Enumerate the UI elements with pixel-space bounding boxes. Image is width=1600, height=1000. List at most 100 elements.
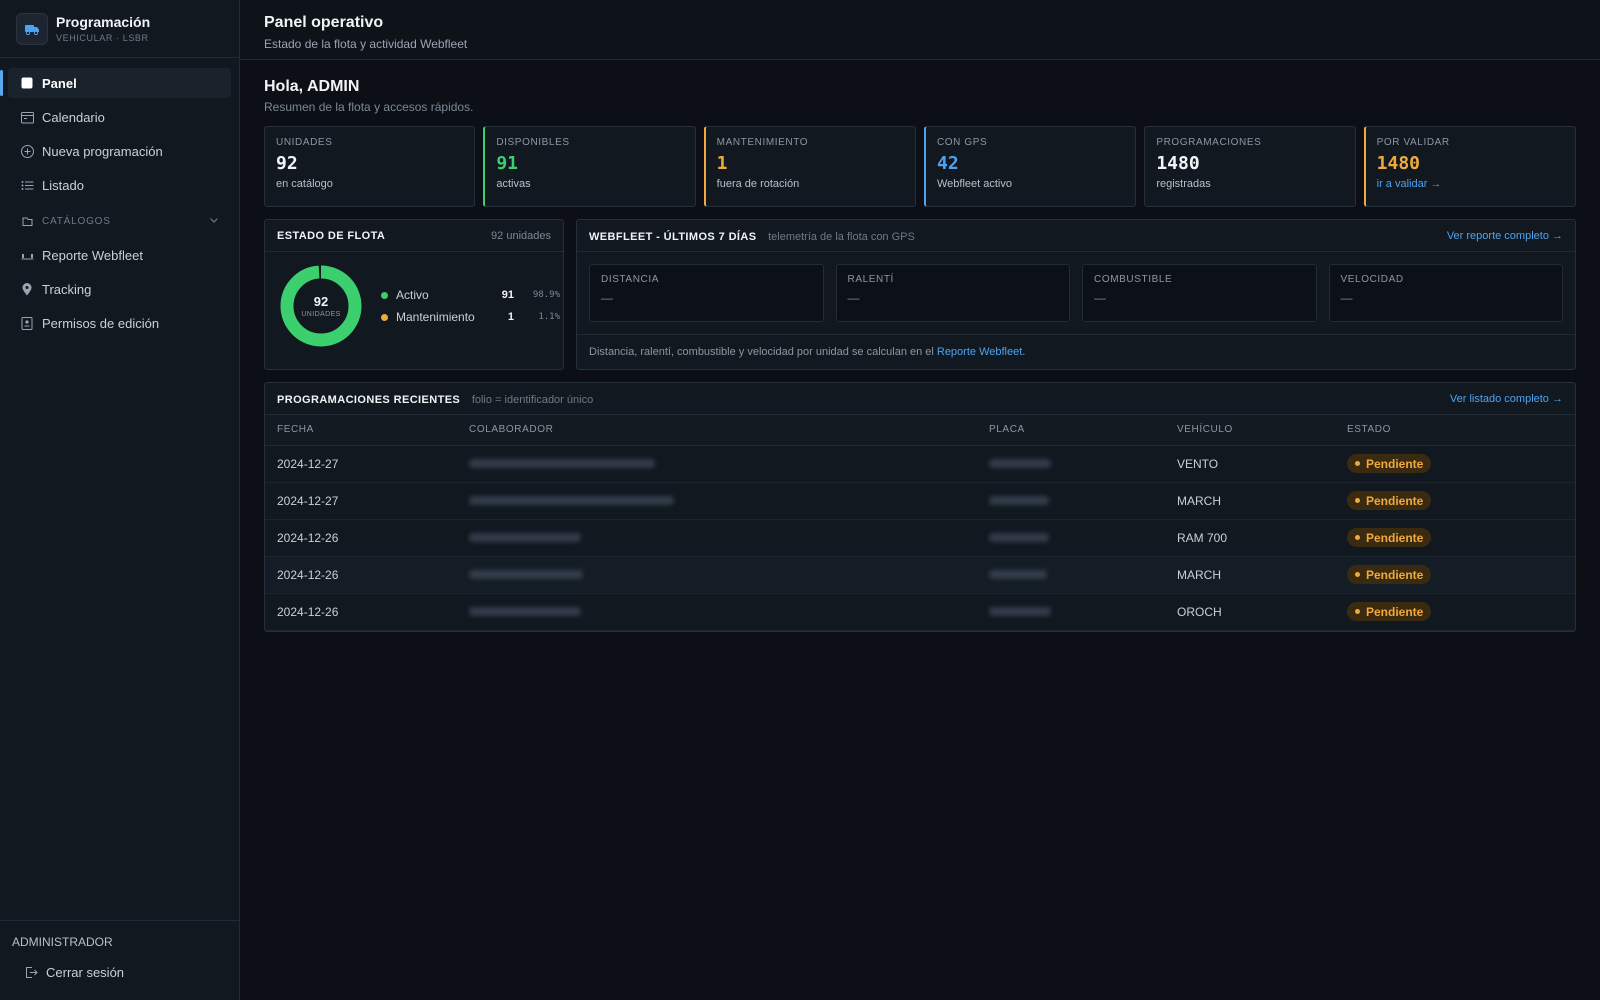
- kpi-row: UNIDADES 92 en catálogo DISPONIBLES 91 a…: [264, 126, 1576, 207]
- kpi-unidades: UNIDADES 92 en catálogo: [264, 126, 476, 207]
- column-header[interactable]: PLACA: [977, 415, 1165, 446]
- column-header[interactable]: VEHÍCULO: [1165, 415, 1335, 446]
- recent-schedules-card: PROGRAMACIONES RECIENTES folio = identif…: [264, 382, 1576, 632]
- dashboard-content: Hola, ADMIN Resumen de la flota y acceso…: [240, 60, 1600, 650]
- app: Programación VEHICULAR · LSBR Panel Cale…: [0, 0, 1600, 1000]
- cell-placa: [977, 519, 1165, 557]
- redacted-text: [469, 569, 583, 579]
- metric-combustible: COMBUSTIBLE —: [1082, 264, 1317, 322]
- sidebar-item-nueva-programacion[interactable]: Nueva programación: [8, 136, 231, 166]
- logout-button[interactable]: Cerrar sesión: [12, 961, 227, 983]
- column-header[interactable]: ESTADO: [1335, 415, 1575, 446]
- sidebar-item-tracking[interactable]: Tracking: [8, 274, 231, 304]
- redacted-text: [989, 606, 1051, 616]
- redacted-text: [989, 532, 1049, 542]
- sidebar-item-panel[interactable]: Panel: [0, 68, 231, 98]
- kpi-value: 1480: [1156, 153, 1200, 174]
- table-row[interactable]: 2024-12-27 MARCH Pendiente: [265, 482, 1575, 520]
- webfleet-card: WEBFLEET - ÚLTIMOS 7 DÍAS telemetría de …: [576, 219, 1576, 370]
- table-row[interactable]: 2024-12-27 VENTO Pendiente: [265, 445, 1575, 483]
- cell-vehiculo: VENTO: [1165, 445, 1335, 483]
- redacted-text: [989, 458, 1051, 468]
- redacted-text: [989, 569, 1047, 579]
- kpi-sub: registradas: [1156, 178, 1211, 190]
- column-header[interactable]: FECHA: [265, 415, 457, 446]
- panel-title: WEBFLEET - ÚLTIMOS 7 DÍAS: [589, 231, 757, 243]
- kpi-value: 1480: [1376, 153, 1420, 174]
- status-badge: Pendiente: [1347, 602, 1432, 621]
- kpi-programaciones: PROGRAMACIONES 1480 registradas: [1144, 126, 1356, 207]
- sidebar-item-calendario[interactable]: Calendario: [8, 102, 231, 132]
- sidebar-item-permisos[interactable]: Permisos de edición: [8, 308, 231, 338]
- sidebar-nav: Panel Calendario Nueva programación List…: [0, 58, 239, 352]
- sidebar-item-label: Listado: [42, 177, 84, 193]
- webfleet-report-link[interactable]: Ver reporte completo →: [1447, 230, 1563, 242]
- cell-colaborador: [457, 556, 977, 594]
- greeting-subtitle: Resumen de la flota y accesos rápidos.: [264, 100, 474, 114]
- metric-label: DISTANCIA: [601, 274, 659, 285]
- panel-note: telemetría de la flota con GPS: [768, 231, 915, 243]
- table-row[interactable]: 2024-12-26 OROCH Pendiente: [265, 593, 1575, 631]
- redacted-text: [469, 458, 655, 468]
- calendar-icon: [20, 110, 34, 124]
- redacted-text: [469, 532, 581, 542]
- sidebar-item-label: Permisos de edición: [42, 315, 160, 331]
- cell-placa: [977, 482, 1165, 520]
- user-role: ADMINISTRADOR: [12, 935, 113, 949]
- kpi-label: CON GPS: [936, 137, 988, 148]
- fleet-legend: Activo 91 98.9% Mantenimiento 1 1.1%: [381, 284, 560, 328]
- kpi-sub: en catálogo: [276, 178, 333, 190]
- legend-item-mantenimiento: Mantenimiento 1 1.1%: [381, 306, 560, 328]
- sidebar-item-label: Panel: [42, 75, 77, 91]
- cell-fecha: 2024-12-27: [265, 445, 457, 483]
- panel-title: PROGRAMACIONES RECIENTES: [277, 394, 461, 406]
- donut-label: UNIDADES: [301, 311, 341, 318]
- redacted-text: [469, 495, 674, 505]
- kpi-label: POR VALIDAR: [1376, 137, 1450, 148]
- map-pin-icon: [20, 282, 34, 296]
- sidebar-item-listado[interactable]: Listado: [8, 170, 231, 200]
- status-dot: [1355, 572, 1360, 577]
- table-row[interactable]: 2024-12-26 MARCH Pendiente: [265, 556, 1575, 594]
- webfleet-footer: Distancia, ralentí, combustible y veloci…: [577, 334, 1575, 369]
- brand[interactable]: Programación VEHICULAR · LSBR: [0, 0, 239, 58]
- status-badge: Pendiente: [1347, 491, 1432, 510]
- validate-link[interactable]: ir a validar →: [1377, 178, 1564, 190]
- cell-colaborador: [457, 445, 977, 483]
- sidebar-item-reporte-webfleet[interactable]: Reporte Webfleet: [8, 240, 231, 270]
- metric-ralenti: RALENTÍ —: [835, 264, 1070, 322]
- panel-header: PROGRAMACIONES RECIENTES folio = identif…: [265, 383, 1575, 415]
- sidebar-item-label: Tracking: [42, 281, 92, 297]
- table-row[interactable]: 2024-12-26 RAM 700 Pendiente: [265, 519, 1575, 557]
- kpi-mantenimiento: MANTENIMIENTO 1 fuera de rotación: [703, 126, 916, 207]
- cell-fecha: 2024-12-26: [265, 556, 457, 594]
- kpi-label: MANTENIMIENTO: [716, 137, 809, 148]
- metric-value: —: [601, 291, 613, 305]
- sidebar-item-label: Calendario: [42, 109, 105, 125]
- status-dot: [381, 291, 388, 299]
- list-icon: [20, 178, 34, 192]
- status-label: Pendiente: [1366, 530, 1424, 545]
- cell-vehiculo: RAM 700: [1165, 519, 1335, 557]
- status-dot: [1355, 498, 1360, 503]
- column-header[interactable]: COLABORADOR: [457, 415, 977, 446]
- metric-velocidad: VELOCIDAD —: [1328, 264, 1563, 322]
- sidebar-section-catalogos[interactable]: CATÁLOGOS: [8, 206, 231, 236]
- cell-estado: Pendiente: [1335, 482, 1575, 520]
- webfleet-report-inline-link[interactable]: Reporte Webfleet: [937, 346, 1022, 358]
- kpi-label: PROGRAMACIONES: [1156, 137, 1262, 148]
- full-list-link[interactable]: Ver listado completo →: [1450, 393, 1563, 405]
- table-header-row: FECHA COLABORADOR PLACA VEHÍCULO ESTADO: [265, 415, 1575, 446]
- cell-fecha: 2024-12-26: [265, 593, 457, 631]
- main: Panel operativo Estado de la flota y act…: [240, 0, 1600, 1000]
- metric-value: —: [1340, 291, 1353, 305]
- metric-distancia: DISTANCIA —: [589, 264, 824, 322]
- cell-colaborador: [457, 482, 977, 520]
- status-badge: Pendiente: [1347, 528, 1432, 547]
- panel-note: folio = identificador único: [471, 394, 594, 406]
- status-badge: Pendiente: [1347, 454, 1432, 473]
- metric-label: RALENTÍ: [847, 274, 894, 285]
- sidebar-user: ADMINISTRADOR Cerrar sesión: [0, 920, 239, 1000]
- kpi-value: 91: [496, 153, 519, 174]
- cell-colaborador: [457, 519, 977, 557]
